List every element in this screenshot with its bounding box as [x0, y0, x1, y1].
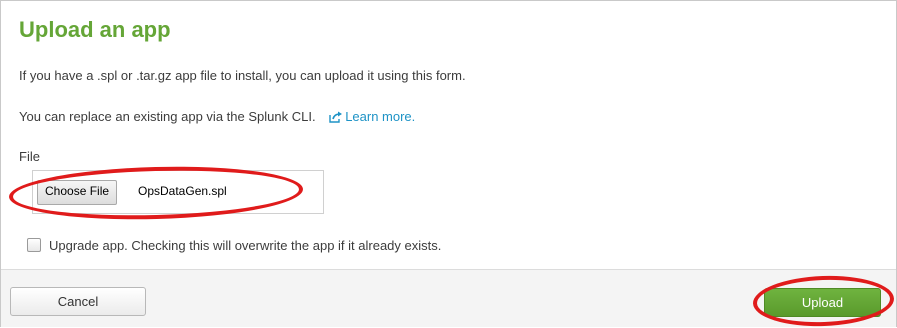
replace-app-text-row: You can replace an existing app via the …: [19, 109, 415, 126]
learn-more-link[interactable]: Learn more.: [329, 109, 415, 124]
upgrade-label: Upgrade app. Checking this will overwrit…: [49, 238, 442, 253]
upload-app-dialog: Upload an app If you have a .spl or .tar…: [0, 0, 897, 328]
file-input[interactable]: Choose File OpsDataGen.spl: [32, 170, 324, 214]
upgrade-option: Upgrade app. Checking this will overwrit…: [27, 238, 441, 253]
file-field-label: File: [19, 149, 40, 164]
external-link-icon: [329, 111, 343, 126]
cancel-button[interactable]: Cancel: [10, 287, 146, 316]
dialog-description: If you have a .spl or .tar.gz app file t…: [19, 68, 466, 83]
selected-file-name: OpsDataGen.spl: [138, 184, 227, 198]
dialog-footer: Cancel Upload: [1, 269, 896, 327]
choose-file-button[interactable]: Choose File: [37, 180, 118, 205]
upload-button[interactable]: Upload: [764, 288, 881, 317]
dialog-title: Upload an app: [19, 17, 171, 42]
upgrade-checkbox[interactable]: [27, 238, 41, 252]
replace-app-text: You can replace an existing app via the …: [19, 109, 316, 124]
learn-more-label: Learn more.: [345, 109, 416, 124]
